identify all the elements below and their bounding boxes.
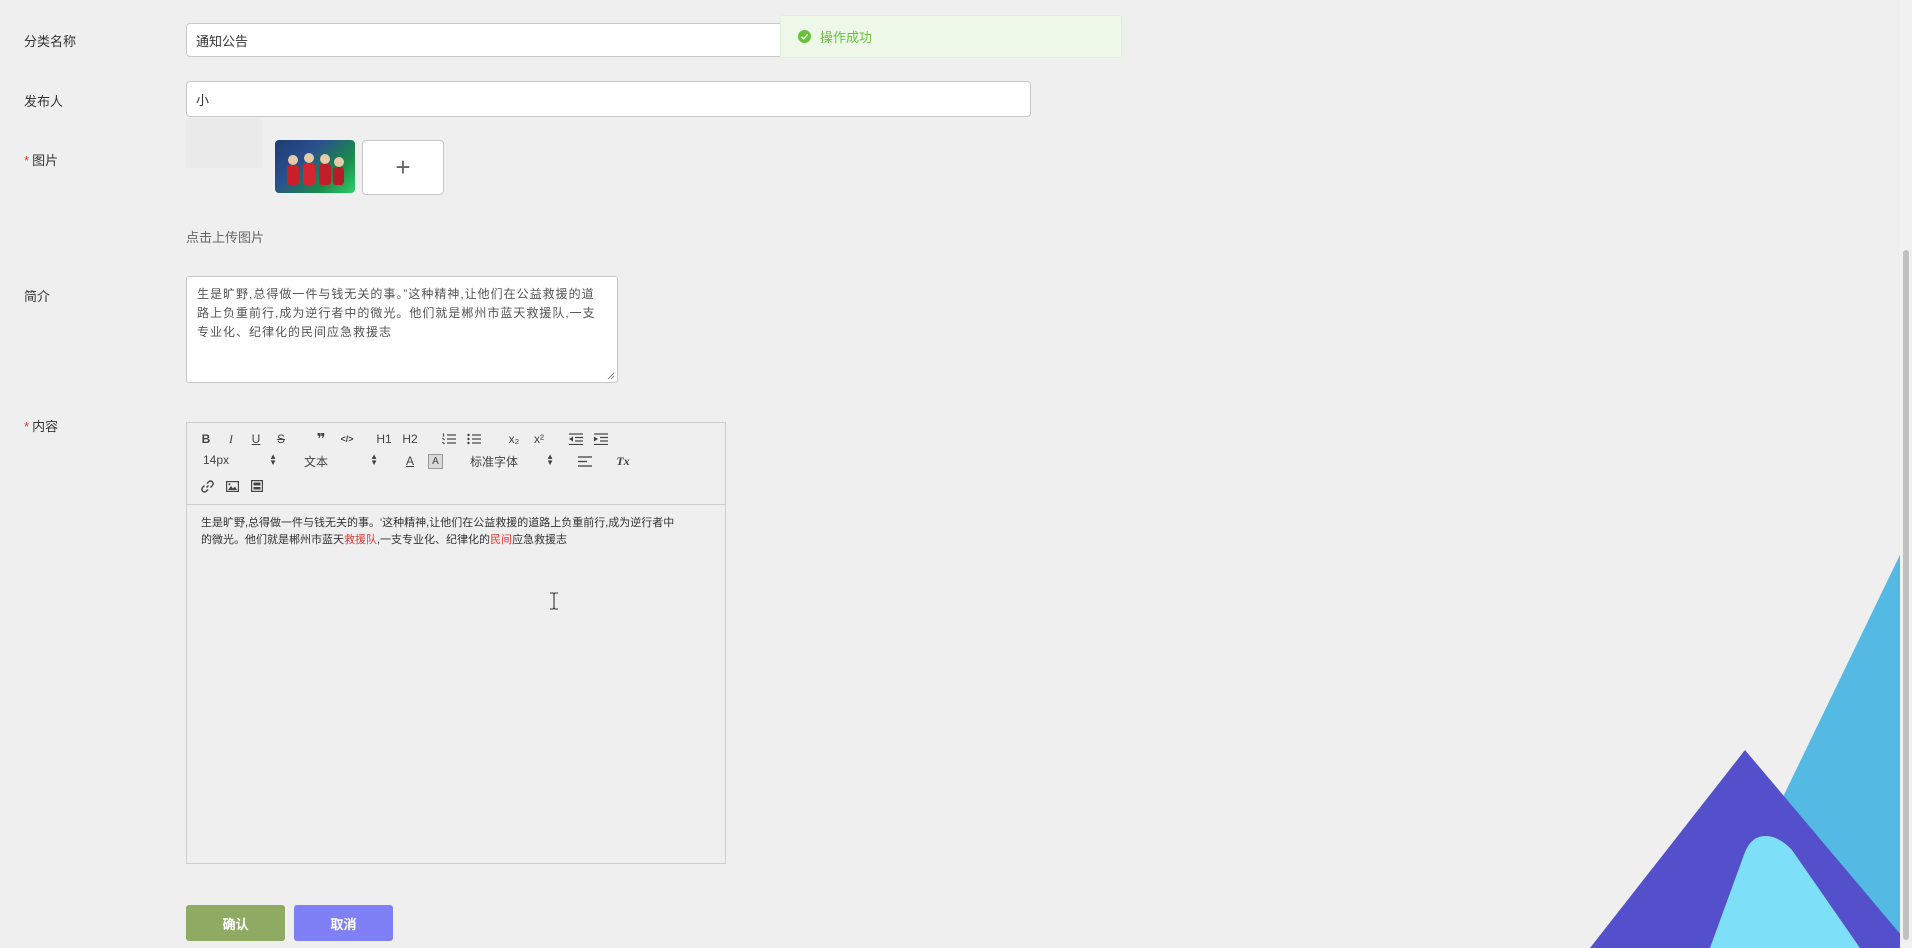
font-size-picker[interactable]: 14px ▲ ▼ (203, 453, 277, 469)
font-family-value: 标准字体 (470, 455, 519, 469)
required-mark: * (24, 419, 30, 434)
required-mark: * (24, 153, 30, 168)
heading-1-button[interactable]: H1 (375, 431, 393, 447)
underline-button[interactable]: U (249, 431, 263, 447)
bullet-list-icon (467, 433, 481, 445)
toast-message: 操作成功 (820, 30, 873, 45)
editor-toolbar: B I U S ❞ </> H1 H2 x₂ x² 14px ▲ ▼ 文本 ▲ ▼ … (187, 423, 725, 505)
bullet-list-button[interactable] (466, 431, 482, 447)
font-size-value: 14px (203, 453, 230, 467)
clean-format-button[interactable]: Tx (615, 453, 631, 469)
cancel-button[interactable]: 取消 (294, 905, 393, 941)
font-color-button[interactable]: A (403, 453, 417, 469)
summary-textarea[interactable]: 生是旷野,总得做一件与钱无关的事。”这种精神,让他们在公益救援的道路上负重前行,… (186, 276, 618, 383)
text-cursor-icon (550, 592, 558, 610)
publisher-input-value: 小 (196, 92, 210, 108)
category-label: 分类名称 (24, 34, 77, 49)
editor-content[interactable]: 生是旷野,总得做一件与钱无关的事。'这种精神,让他们在公益救援的道路上负重前行,… (187, 505, 725, 559)
video-button[interactable] (249, 478, 265, 494)
photo-people-icon (287, 153, 344, 185)
editor-paragraph: 生是旷野,总得做一件与钱无关的事。'这种精神,让他们在公益救援的道路上负重前行,… (201, 517, 675, 546)
link-icon (200, 479, 214, 493)
header-picker[interactable]: 文本 ▲ ▼ (304, 452, 378, 470)
rich-text-editor: B I U S ❞ </> H1 H2 x₂ x² 14px ▲ ▼ 文本 ▲ ▼ … (186, 422, 726, 864)
italic-button[interactable]: I (224, 431, 238, 447)
align-left-icon (578, 455, 592, 467)
superscript-button[interactable]: x² (530, 431, 548, 447)
dropdown-arrows-icon: ▲ ▼ (269, 452, 277, 467)
plus-icon: + (395, 152, 411, 182)
link-button[interactable] (199, 478, 215, 494)
add-image-button[interactable]: + (362, 140, 444, 195)
decorative-background-shapes (1590, 530, 1912, 948)
bold-button[interactable]: B (199, 431, 213, 447)
video-icon (251, 480, 263, 492)
heading-2-button[interactable]: H2 (401, 431, 419, 447)
background-color-button[interactable]: A (428, 454, 443, 469)
uploaded-image-thumbnail[interactable] (275, 140, 355, 193)
subscript-button[interactable]: x₂ (505, 431, 523, 447)
category-input[interactable]: 通知公告 (186, 23, 780, 57)
dropdown-arrows-icon: ▲ ▼ (370, 452, 378, 467)
publisher-input[interactable]: 小 (186, 81, 1031, 117)
scrollbar-thumb[interactable] (1903, 250, 1909, 940)
publisher-label: 发布人 (24, 94, 64, 109)
dropdown-arrows-icon: ▲ ▼ (546, 452, 554, 467)
image-button[interactable] (224, 478, 240, 494)
image-icon (225, 480, 239, 492)
confirm-button[interactable]: 确认 (186, 905, 285, 941)
summary-label: 简介 (24, 289, 51, 304)
content-label: * 内容 (24, 419, 59, 434)
ordered-list-icon (442, 433, 456, 445)
scrollbar-track[interactable] (1900, 0, 1912, 948)
success-toast: 操作成功 (780, 15, 1122, 58)
align-button[interactable] (577, 453, 593, 469)
indent-button[interactable] (593, 431, 609, 447)
ordered-list-button[interactable] (441, 431, 457, 447)
image-placeholder (186, 118, 262, 168)
indent-icon (594, 433, 608, 445)
strikethrough-button[interactable]: S (274, 431, 288, 447)
upload-hint: 点击上传图片 (186, 230, 265, 245)
resize-handle-icon[interactable] (607, 372, 615, 380)
check-circle-icon (798, 30, 811, 43)
font-family-picker[interactable]: 标准字体 ▲ ▼ (470, 452, 554, 470)
code-block-button[interactable]: </> (338, 431, 356, 447)
outdent-icon (569, 433, 583, 445)
image-label: * 图片 (24, 153, 59, 168)
blockquote-button[interactable]: ❞ (313, 431, 329, 448)
summary-text: 生是旷野,总得做一件与钱无关的事。”这种精神,让他们在公益救援的道路上负重前行,… (197, 287, 596, 339)
header-value: 文本 (304, 455, 329, 469)
category-input-value: 通知公告 (196, 33, 249, 49)
outdent-button[interactable] (568, 431, 584, 447)
